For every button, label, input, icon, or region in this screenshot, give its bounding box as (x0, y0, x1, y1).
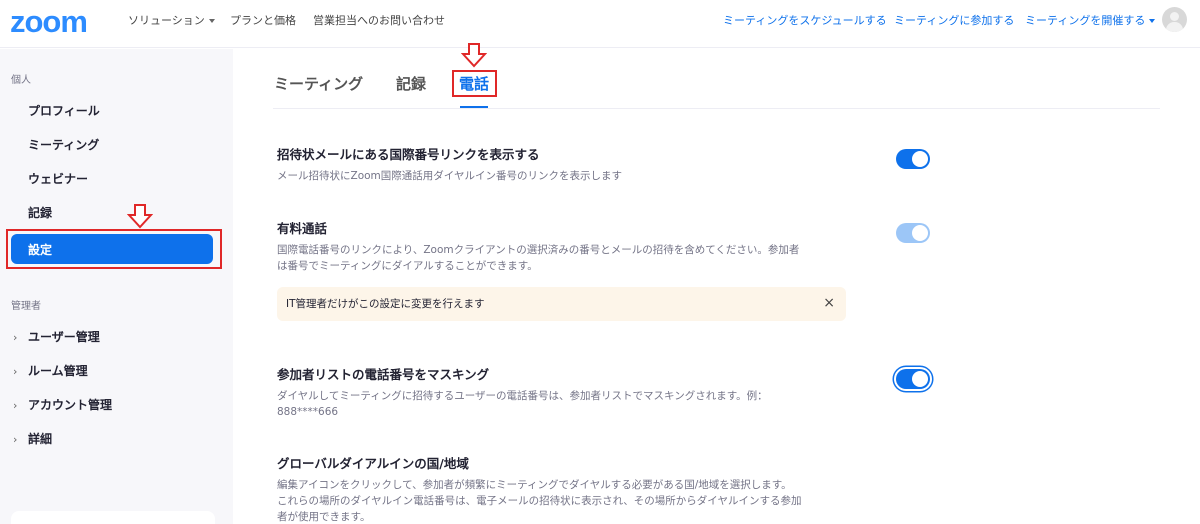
top-header: zoom ソリューション プランと価格 営業担当へのお問い合わせ ミーティングを… (0, 0, 1200, 48)
down-arrow-indicator-icon (127, 204, 153, 229)
chevron-down-icon (1149, 19, 1156, 23)
admin-lock-notice-text: IT管理者だけがこの設定に変更を行えます (286, 298, 485, 310)
zoom-logo[interactable]: zoom (10, 6, 88, 37)
host-meeting-label: ミーティングを開催する (1025, 14, 1146, 27)
chevron-down-icon (208, 19, 215, 23)
chevron-right-icon: › (13, 331, 18, 344)
down-arrow-indicator-icon (461, 43, 487, 68)
sidebar-item-user-management-label: ユーザー管理 (28, 330, 100, 344)
setting-title-international-link: 招待状メールにある国際番号リンクを表示する (277, 147, 540, 162)
sidebar-item-room-management[interactable]: › ルーム管理 (13, 363, 88, 380)
sidebar-item-recordings[interactable]: 記録 (28, 205, 52, 221)
host-meeting-link[interactable]: ミーティングを開催する (1025, 14, 1156, 28)
nav-solutions-label: ソリューション (128, 14, 205, 27)
toggle-toll-call-locked (896, 223, 930, 243)
toggle-international-link[interactable] (896, 149, 930, 169)
setting-title-mask-phone: 参加者リストの電話番号をマスキング (277, 367, 490, 382)
highlight-box-phone-tab (452, 70, 497, 97)
avatar-body-shape (1166, 22, 1183, 32)
sidebar-item-account-management-label: アカウント管理 (28, 398, 113, 412)
avatar-head-shape (1170, 12, 1179, 21)
sidebar-item-meetings[interactable]: ミーティング (28, 137, 99, 153)
nav-plans-pricing[interactable]: プランと価格 (230, 14, 296, 28)
sidebar-item-settings[interactable]: 設定 (11, 234, 213, 264)
sidebar-item-room-management-label: ルーム管理 (28, 364, 88, 378)
toggle-knob (912, 371, 928, 387)
schedule-meeting-link[interactable]: ミーティングをスケジュールする (723, 14, 887, 28)
sidebar-item-webinars[interactable]: ウェビナー (28, 171, 88, 187)
sidebar-item-account-management[interactable]: › アカウント管理 (13, 397, 112, 414)
sidebar-item-advanced[interactable]: › 詳細 (13, 431, 52, 448)
chevron-right-icon: › (13, 399, 18, 412)
sidebar-item-profile[interactable]: プロフィール (28, 103, 100, 119)
toggle-knob (912, 225, 928, 241)
setting-desc-global-dial-in-line3: 者が使用できます。 (277, 511, 371, 523)
sidebar-item-advanced-label: 詳細 (28, 432, 53, 446)
setting-desc-toll-call-line1: 国際電話番号のリンクにより、Zoomクライアントの選択済みの番号とメールの招待を… (277, 244, 800, 256)
close-icon[interactable]: × (823, 295, 835, 311)
tab-meetings[interactable]: ミーティング (274, 74, 363, 94)
setting-desc-global-dial-in-line1: 編集アイコンをクリックして、参加者が頻繁にミーティングでダイヤルする必要がある国… (277, 479, 792, 491)
user-avatar-icon[interactable] (1162, 7, 1187, 32)
tabs-divider (273, 108, 1160, 109)
chevron-right-icon: › (13, 365, 18, 378)
setting-desc-mask-phone-line2: 888****666 (277, 406, 339, 418)
sidebar-bottom-card (11, 511, 215, 524)
nav-solutions[interactable]: ソリューション (128, 14, 215, 28)
personal-section-label: 個人 (11, 75, 31, 86)
chevron-right-icon: › (13, 433, 18, 446)
setting-desc-international-link: メール招待状にZoom国際通話用ダイヤルイン番号のリンクを表示します (277, 170, 622, 182)
setting-title-toll-call: 有料通話 (277, 221, 328, 236)
setting-title-global-dial-in: グローバルダイアルインの国/地域 (277, 456, 469, 471)
sidebar-item-user-management[interactable]: › ユーザー管理 (13, 329, 100, 346)
setting-desc-mask-phone-line1: ダイヤルしてミーティングに招待するユーザーの電話番号は、参加者リストでマスキング… (277, 390, 768, 402)
toggle-knob (912, 151, 928, 167)
sidebar: 個人 プロフィール ミーティング ウェビナー 記録 設定 管理者 › ユーザー管理… (0, 49, 233, 524)
tab-recordings[interactable]: 記録 (396, 74, 426, 94)
setting-desc-toll-call-line2: は番号でミーティングにダイアルすることができます。 (277, 260, 538, 272)
admin-section-label: 管理者 (11, 301, 41, 312)
nav-contact-sales[interactable]: 営業担当へのお問い合わせ (313, 14, 445, 28)
toggle-mask-phone[interactable] (896, 369, 930, 389)
setting-desc-global-dial-in-line2: これらの場所のダイヤルイン電話番号は、電子メールの招待状に表示され、その場所から… (277, 495, 802, 507)
admin-lock-notice: IT管理者だけがこの設定に変更を行えます × (277, 287, 846, 321)
join-meeting-link[interactable]: ミーティングに参加する (894, 14, 1014, 28)
